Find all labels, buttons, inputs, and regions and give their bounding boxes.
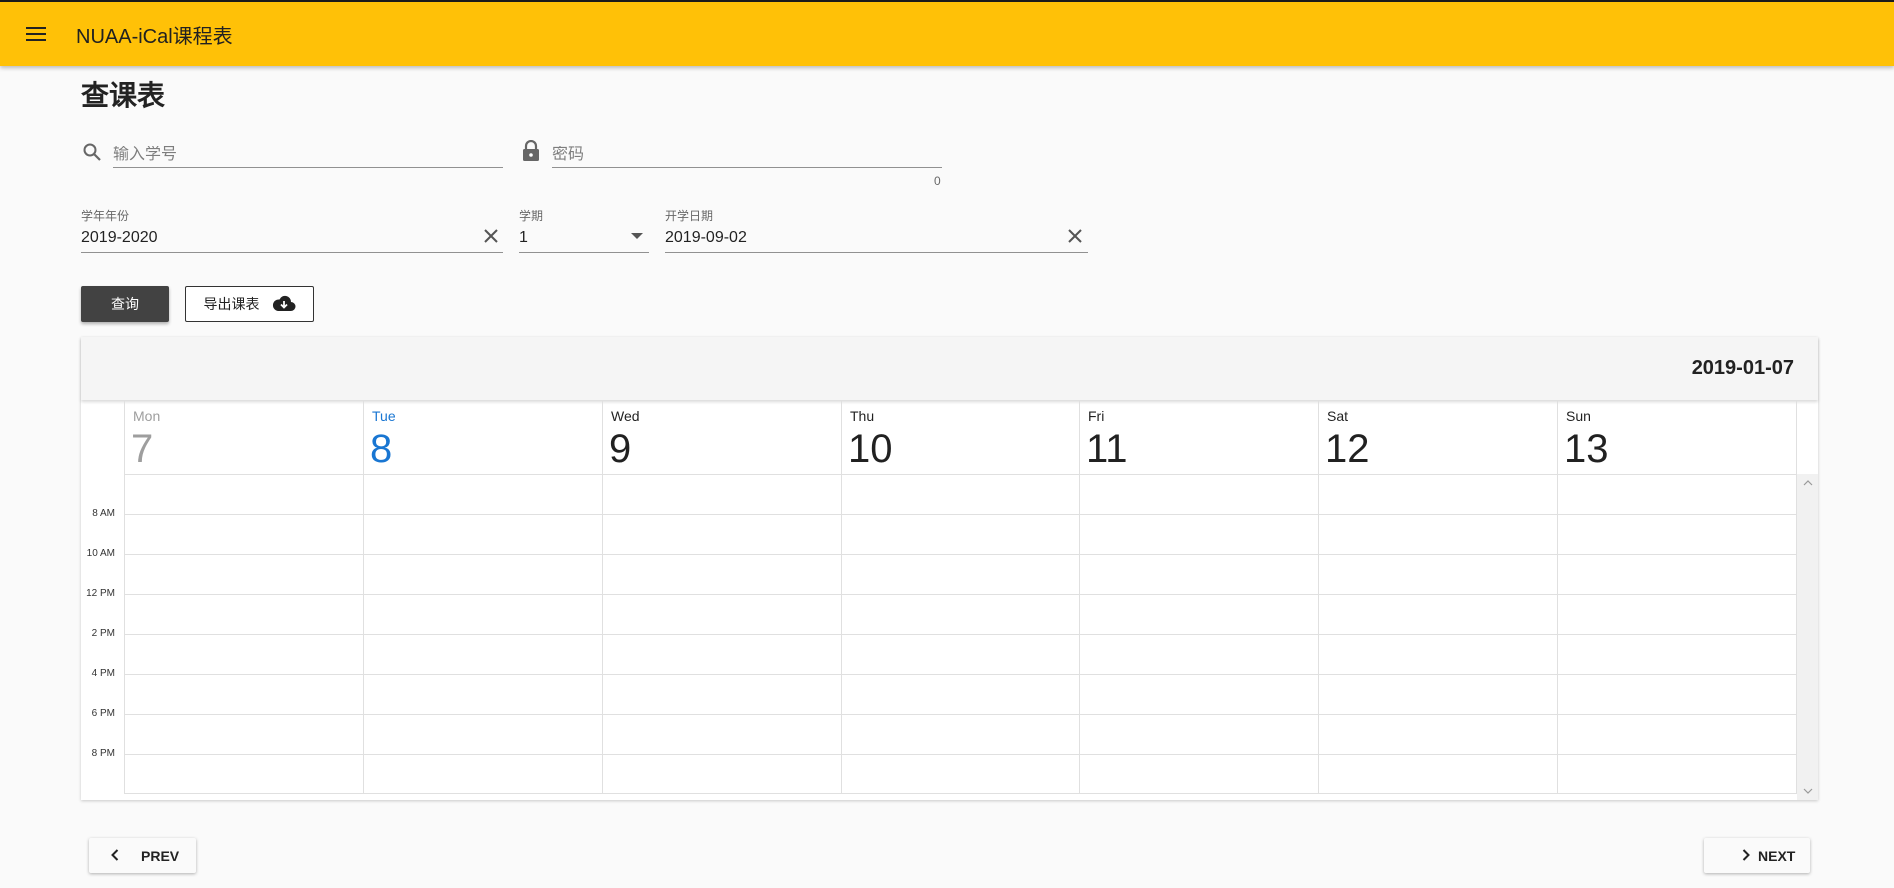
student-id-field[interactable] (113, 136, 503, 168)
year-value[interactable]: 2019-2020 (81, 229, 158, 247)
day-number[interactable]: 9 (609, 426, 631, 472)
term-label: 学期 (519, 209, 544, 223)
grid-line (124, 554, 1797, 555)
export-button[interactable]: 导出课表 (185, 286, 314, 322)
scroll-down-icon[interactable] (1797, 782, 1818, 800)
day-header-mon[interactable]: Mon 7 (124, 400, 363, 474)
term-underline (519, 252, 649, 253)
scroll-up-icon[interactable] (1797, 474, 1818, 492)
term-value[interactable]: 1 (519, 229, 528, 247)
time-label: 8 AM (92, 508, 115, 519)
day-weekday: Wed (611, 408, 640, 424)
grid-line (124, 594, 1797, 595)
time-label: 2 PM (91, 628, 115, 639)
grid-line (124, 714, 1797, 715)
grid-column-line (602, 474, 603, 794)
grid-line (124, 514, 1797, 515)
day-header-sun[interactable]: Sun 13 (1557, 400, 1797, 474)
day-number[interactable]: 8 (370, 426, 392, 472)
next-button-label: NEXT (1758, 847, 1796, 864)
day-number[interactable]: 11 (1086, 426, 1128, 472)
password-underline (552, 167, 942, 168)
day-header-sat[interactable]: Sat 12 (1318, 400, 1557, 474)
app-bar: NUAA-iCal课程表 (0, 0, 1894, 66)
calendar-current-date: 2019-01-07 (1691, 357, 1794, 379)
start-date-underline (665, 252, 1088, 253)
page-title: 查课表 (81, 80, 166, 111)
password-field[interactable] (552, 136, 942, 168)
time-label: 4 PM (91, 668, 115, 679)
year-underline (81, 252, 503, 253)
start-date-label: 开学日期 (665, 209, 714, 223)
year-label: 学年年份 (81, 209, 130, 223)
year-clear-icon[interactable] (480, 225, 502, 247)
chevron-down-icon[interactable] (628, 228, 646, 244)
student-id-underline (113, 167, 503, 168)
time-label: 10 AM (86, 548, 115, 559)
app-title: NUAA-iCal课程表 (76, 25, 233, 48)
day-weekday: Tue (372, 408, 396, 424)
grid-line (124, 754, 1797, 755)
grid-column-line (1557, 474, 1558, 794)
day-weekday: Fri (1088, 408, 1105, 424)
grid-line (124, 674, 1797, 675)
search-icon (81, 141, 103, 163)
grid-line (124, 474, 1797, 475)
chevron-right-icon (1742, 848, 1750, 864)
query-button[interactable]: 查询 (81, 286, 169, 322)
grid-line (124, 634, 1797, 635)
day-header-tue[interactable]: Tue 8 (363, 400, 602, 474)
day-weekday: Sun (1566, 408, 1591, 424)
day-number[interactable]: 7 (131, 426, 153, 472)
day-weekday: Mon (133, 408, 161, 424)
year-field[interactable]: 学年年份 2019-2020 (81, 207, 503, 253)
menu-icon[interactable] (18, 16, 54, 52)
query-button-label: 查询 (111, 296, 139, 312)
grid-column-line (124, 474, 125, 794)
next-button[interactable]: NEXT (1704, 838, 1810, 873)
grid-column-line (363, 474, 364, 794)
day-weekday: Sat (1327, 408, 1349, 424)
day-number[interactable]: 12 (1325, 426, 1370, 472)
start-date-value[interactable]: 2019-09-02 (665, 229, 747, 247)
calendar-time-grid[interactable]: 8 AM 10 AM 12 PM 2 PM 4 PM 6 PM 8 PM (81, 474, 1797, 794)
prev-button-label: PREV (141, 847, 180, 864)
day-weekday: Thu (850, 408, 875, 424)
day-number[interactable]: 10 (848, 426, 893, 472)
day-number[interactable]: 13 (1564, 426, 1609, 472)
chevron-left-icon (111, 848, 119, 864)
grid-column-line (1318, 474, 1319, 794)
start-date-clear-icon[interactable] (1064, 225, 1086, 247)
start-date-field[interactable]: 开学日期 2019-09-02 (665, 207, 1088, 253)
grid-column-line (841, 474, 842, 794)
password-counter: 0 (934, 174, 941, 188)
lock-icon (520, 139, 542, 163)
day-header-wed[interactable]: Wed 9 (602, 400, 841, 474)
time-label: 6 PM (91, 708, 115, 719)
calendar-toolbar: 2019-01-07 (81, 337, 1818, 400)
student-id-input[interactable] (113, 146, 503, 164)
time-label: 8 PM (91, 748, 115, 759)
password-input[interactable] (552, 146, 942, 164)
time-label: 12 PM (86, 588, 115, 599)
day-header-thu[interactable]: Thu 10 (841, 400, 1079, 474)
calendar: 2019-01-07 Mon 7 Tue 8 Wed 9 Thu 10 Fri … (81, 337, 1818, 800)
prev-button[interactable]: PREV (89, 838, 196, 873)
grid-line (124, 793, 1797, 794)
calendar-scrollbar[interactable] (1797, 474, 1818, 800)
cloud-download-icon (272, 294, 296, 315)
export-button-label: 导出课表 (203, 296, 260, 312)
day-header-fri[interactable]: Fri 11 (1079, 400, 1318, 474)
grid-column-line (1079, 474, 1080, 794)
